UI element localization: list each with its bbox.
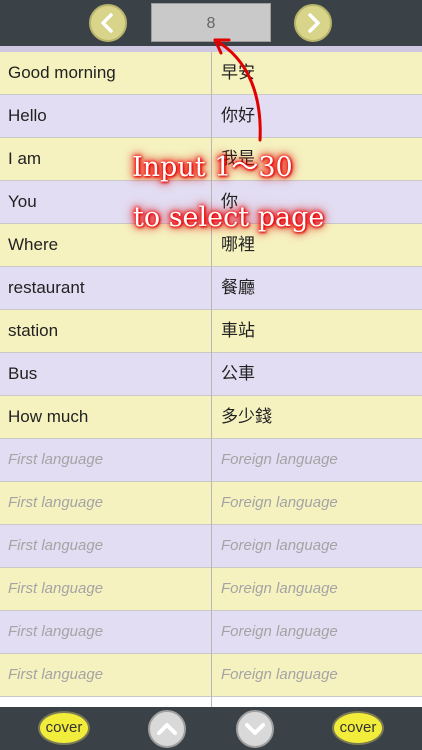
first-language-cell[interactable]: First language [8, 439, 208, 481]
foreign-language-cell[interactable]: Foreign language [221, 439, 416, 481]
chevron-up-icon [157, 723, 177, 735]
first-language-cell[interactable]: station [8, 310, 208, 352]
first-language-cell[interactable]: First language [8, 568, 208, 610]
foreign-language-cell[interactable]: 餐廳 [221, 267, 416, 309]
scroll-down-button[interactable] [236, 710, 274, 748]
chevron-left-icon [101, 13, 113, 33]
first-language-cell[interactable]: First language [8, 611, 208, 653]
first-language-cell[interactable]: Bus [8, 353, 208, 395]
foreign-language-cell[interactable]: Foreign language [221, 525, 416, 567]
first-language-cell[interactable]: Hello [8, 95, 208, 137]
scroll-up-button[interactable] [148, 710, 186, 748]
tutorial-hint-line-2: to select page [133, 202, 325, 233]
cover-button-left[interactable]: cover [38, 711, 90, 745]
chevron-down-icon [245, 723, 265, 735]
foreign-language-cell[interactable]: 公車 [221, 353, 416, 395]
cover-button-right[interactable]: cover [332, 711, 384, 745]
foreign-language-cell[interactable]: 車站 [221, 310, 416, 352]
chevron-right-icon [308, 13, 320, 33]
first-language-cell[interactable]: First language [8, 654, 208, 696]
first-language-cell[interactable]: Good morning [8, 52, 208, 94]
foreign-language-cell[interactable]: Foreign language [221, 654, 416, 696]
page-number-input[interactable]: 8 [151, 3, 271, 42]
next-page-button[interactable] [294, 4, 332, 42]
foreign-language-cell[interactable]: 多少錢 [221, 396, 416, 438]
first-language-cell[interactable]: First language [8, 525, 208, 567]
first-language-cell[interactable]: How much [8, 396, 208, 438]
tutorial-hint-line-1: Input 1～30 [132, 152, 293, 183]
foreign-language-cell[interactable]: Foreign language [221, 611, 416, 653]
foreign-language-cell[interactable]: Foreign language [221, 568, 416, 610]
first-language-cell[interactable]: First language [8, 482, 208, 524]
previous-page-button[interactable] [89, 4, 127, 42]
first-language-cell[interactable]: restaurant [8, 267, 208, 309]
foreign-language-cell[interactable]: Foreign language [221, 482, 416, 524]
foreign-language-cell[interactable]: 你好 [221, 95, 416, 137]
foreign-language-cell[interactable]: 早安 [221, 52, 416, 94]
